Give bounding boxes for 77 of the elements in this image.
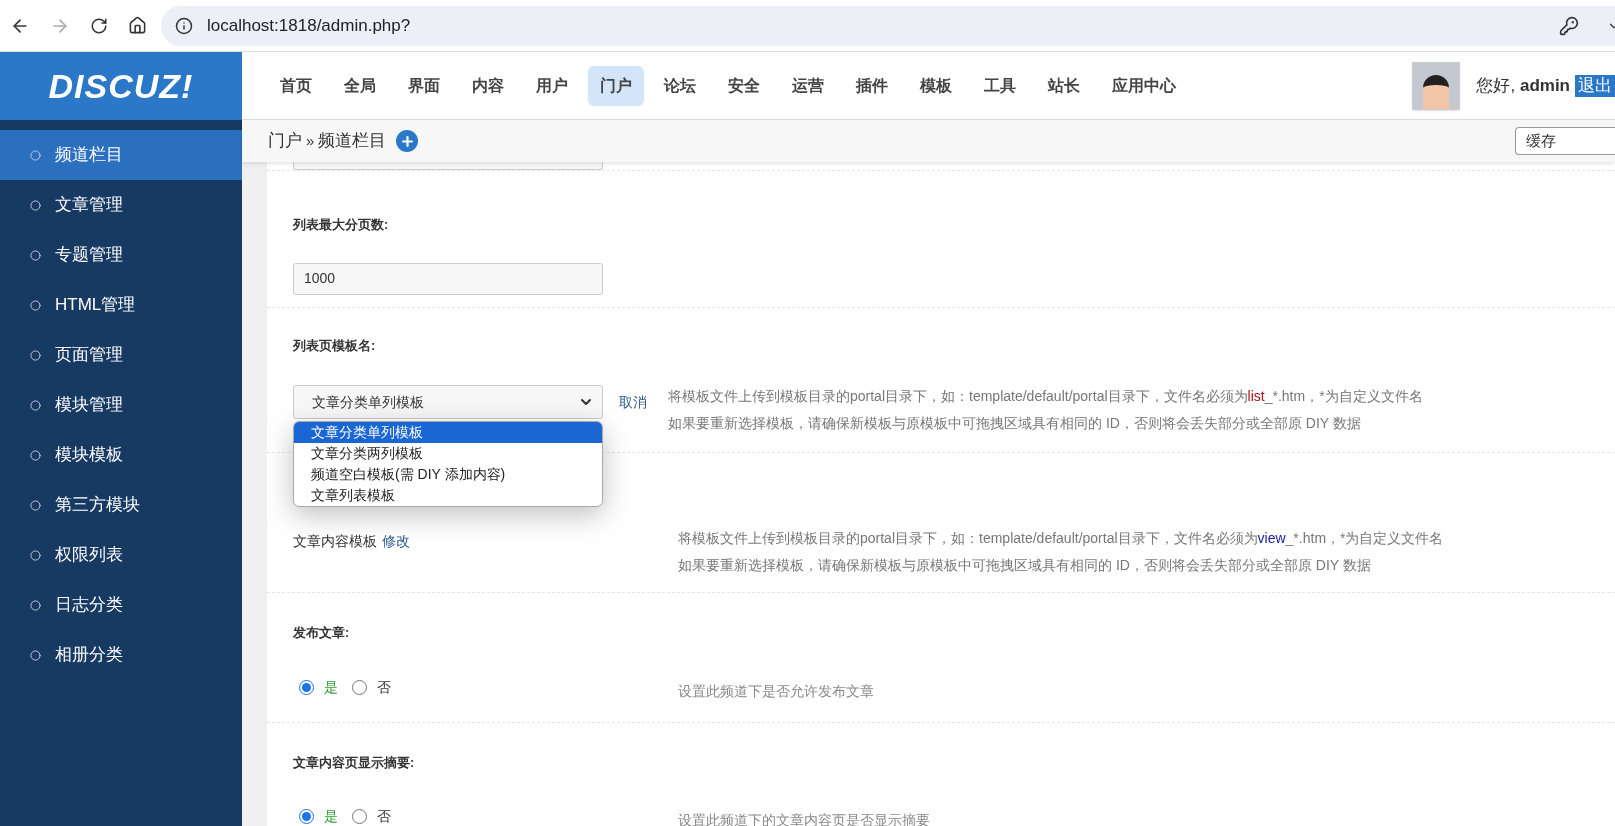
- nav-tab[interactable]: 界面: [396, 65, 452, 106]
- field-label: 文章内容页显示摘要:: [293, 753, 416, 772]
- breadcrumb-section[interactable]: 门户: [268, 128, 302, 154]
- dropdown-option[interactable]: 文章列表模板: [294, 485, 602, 506]
- nav-tab[interactable]: 工具: [972, 65, 1028, 106]
- edit-link[interactable]: 修改: [382, 531, 410, 552]
- circle-icon: [30, 649, 41, 661]
- input-field[interactable]: [293, 162, 603, 170]
- field-label: 发布文章:: [293, 624, 351, 642]
- info-icon[interactable]: [175, 16, 193, 35]
- dropdown-option[interactable]: 文章分类单列模板: [294, 422, 602, 443]
- circle-icon: [30, 499, 41, 511]
- nav-tab[interactable]: 运营: [780, 65, 836, 106]
- reload-icon[interactable]: [90, 16, 108, 35]
- radio-button[interactable]: [299, 809, 314, 824]
- field-label: 列表最大分页数:: [293, 216, 390, 234]
- nav-tab[interactable]: 应用中心: [1100, 65, 1188, 106]
- plus-icon: [399, 133, 415, 149]
- field-hint: 设置此频道下是否允许发布文章: [678, 681, 874, 701]
- address-bar[interactable]: localhost:1818/admin.php?: [161, 5, 1615, 46]
- nav-tab[interactable]: 门户: [588, 65, 644, 106]
- radio-label: 是: [324, 807, 338, 826]
- circle-icon: [30, 199, 41, 211]
- home-icon[interactable]: [128, 16, 147, 35]
- logout-button[interactable]: 退出: [1575, 74, 1615, 97]
- nav-tab[interactable]: 用户: [524, 65, 580, 106]
- template-name: 文章内容模板: [293, 532, 377, 551]
- radio-label: 否: [377, 807, 391, 826]
- template-note: 将模板文件上传到模板目录的portal目录下，如：template/default/portal目录下，文件名必须为view_*.htm，*为自定义文件名: [678, 529, 1444, 547]
- sidebar-item[interactable]: HTML管理: [0, 280, 242, 330]
- template-select[interactable]: 文章分类单列模板: [293, 385, 603, 419]
- template-note: 将模板文件上传到模板目录的portal目录下，如：template/default/portal目录下，文件名必须为list_*.htm，*为自定义文件名: [668, 387, 1423, 405]
- circle-icon: [30, 299, 41, 311]
- sidebar-item[interactable]: 页面管理: [0, 330, 242, 380]
- field-label: 列表页模板名:: [293, 336, 377, 355]
- circle-icon: [30, 399, 41, 411]
- circle-icon: [30, 549, 41, 561]
- sidebar-item[interactable]: 专题管理: [0, 230, 242, 280]
- cache-select[interactable]: 缓存: [1515, 127, 1615, 155]
- radio-button[interactable]: [352, 679, 367, 695]
- nav-tab[interactable]: 内容: [460, 65, 516, 106]
- nav-tab[interactable]: 首页: [268, 65, 324, 106]
- input-field[interactable]: 1000: [293, 262, 603, 295]
- circle-icon: [30, 249, 41, 261]
- add-button[interactable]: [396, 130, 419, 152]
- nav-tab[interactable]: 站长: [1036, 65, 1092, 106]
- circle-icon: [30, 149, 41, 161]
- greeting: 您好, admin: [1476, 74, 1570, 97]
- circle-icon: [30, 449, 41, 461]
- sidebar-item[interactable]: 第三方模块: [0, 480, 242, 530]
- radio-label: 是: [324, 677, 338, 697]
- radio-label: 否: [377, 677, 391, 697]
- sidebar-item[interactable]: 频道栏目: [0, 130, 242, 180]
- cancel-link[interactable]: 取消: [619, 392, 647, 413]
- template-warning: 如果要重新选择模板，请确保新模板与原模板中可拖拽区域具有相同的 ID，否则将会丢失部分或全部原 DIY 数据: [668, 414, 1362, 432]
- nav-tab[interactable]: 安全: [716, 65, 772, 106]
- dropdown-option[interactable]: 频道空白模板(需 DIY 添加内容): [294, 464, 602, 485]
- circle-icon: [30, 599, 41, 611]
- sidebar-item[interactable]: 模块管理: [0, 380, 242, 430]
- avatar: [1412, 61, 1461, 110]
- nav-tab[interactable]: 模板: [908, 65, 964, 106]
- breadcrumb-page: 频道栏目: [318, 130, 387, 153]
- nav-tab[interactable]: 全局: [332, 65, 388, 106]
- radio-button[interactable]: [352, 809, 367, 824]
- nav-tab[interactable]: 插件: [844, 65, 900, 106]
- sidebar-item[interactable]: 文章管理: [0, 180, 242, 230]
- sidebar-item[interactable]: 日志分类: [0, 580, 242, 630]
- sidebar-item[interactable]: 模块模板: [0, 430, 242, 480]
- sidebar-item[interactable]: 相册分类: [0, 630, 242, 680]
- nav-tab[interactable]: 论坛: [652, 65, 708, 106]
- dropdown-option[interactable]: 文章分类两列模板: [294, 443, 602, 464]
- breadcrumb-separator: »: [306, 130, 315, 151]
- radio-button[interactable]: [299, 679, 314, 695]
- sidebar-item[interactable]: 权限列表: [0, 530, 242, 580]
- circle-icon: [30, 349, 41, 361]
- template-warning: 如果要重新选择模板，请确保新模板与原模板中可拖拽区域具有相同的 ID，否则将会丢失部分或全部原 DIY 数据: [678, 556, 1372, 574]
- key-icon[interactable]: [1559, 15, 1579, 36]
